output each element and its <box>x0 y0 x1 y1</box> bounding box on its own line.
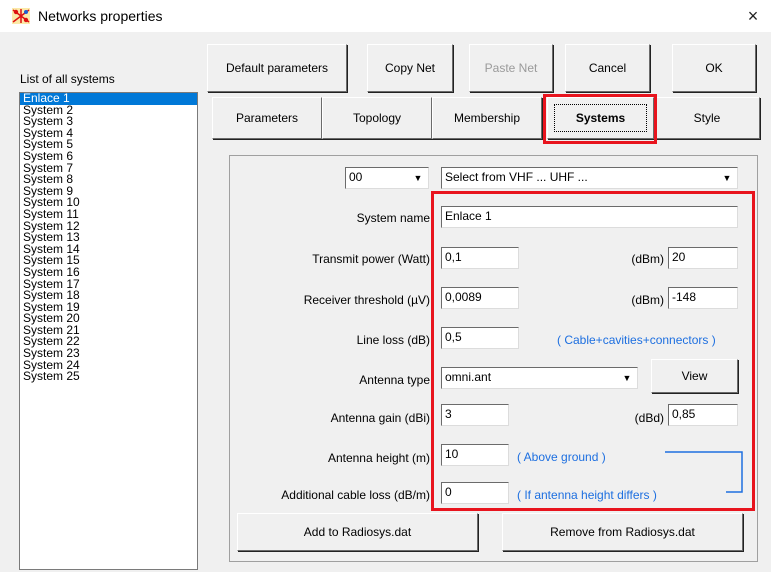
line-loss-label: Line loss (dB) <box>356 333 430 347</box>
system-name-label: System name <box>356 211 430 225</box>
systems-list-label: List of all systems <box>20 72 115 86</box>
transmit-power-dbm-field[interactable]: 20 <box>668 247 738 269</box>
focus-rect <box>554 104 647 132</box>
tab-parameters[interactable]: Parameters <box>212 97 322 139</box>
remove-from-radiosys-button[interactable]: Remove from Radiosys.dat <box>502 513 743 551</box>
receiver-threshold-dbm-label: (dBm) <box>631 293 664 307</box>
receiver-threshold-field[interactable]: 0,0089 <box>441 287 519 309</box>
system-index-value: 00 <box>349 170 363 184</box>
antenna-gain-label: Antenna gain (dBi) <box>330 411 430 425</box>
cable-loss-note: ( If antenna height differs ) <box>517 488 657 502</box>
transmit-power-field[interactable]: 0,1 <box>441 247 519 269</box>
view-antenna-button[interactable]: View <box>651 359 738 393</box>
transmit-power-label: Transmit power (Watt) <box>312 252 430 266</box>
close-button[interactable]: × <box>740 4 766 28</box>
cancel-button[interactable]: Cancel <box>565 44 650 92</box>
band-select-value: Select from VHF ... UHF ... <box>445 170 588 184</box>
antenna-gain-dbd-field[interactable]: 0,85 <box>668 404 738 426</box>
antenna-height-note: ( Above ground ) <box>517 450 606 464</box>
list-item[interactable]: System 25 <box>20 370 197 383</box>
app-icon <box>12 8 30 24</box>
receiver-threshold-label: Receiver threshold (µV) <box>303 293 430 307</box>
antenna-type-label: Antenna type <box>359 373 430 387</box>
tab-membership[interactable]: Membership <box>432 97 542 139</box>
system-name-field[interactable]: Enlace 1 <box>441 206 738 228</box>
paste-net-button[interactable]: Paste Net <box>469 44 553 92</box>
add-to-radiosys-button[interactable]: Add to Radiosys.dat <box>237 513 478 551</box>
chevron-down-icon[interactable]: ▼ <box>619 370 635 386</box>
default-parameters-button[interactable]: Default parameters <box>207 44 347 92</box>
cable-loss-label: Additional cable loss (dB/m) <box>281 488 430 502</box>
system-index-select[interactable]: 00 ▼ <box>345 167 429 189</box>
antenna-height-field[interactable]: 10 <box>441 444 509 466</box>
ok-button[interactable]: OK <box>672 44 756 92</box>
antenna-type-value: omni.ant <box>445 370 492 384</box>
cable-loss-field[interactable]: 0 <box>441 482 509 504</box>
line-loss-note: ( Cable+cavities+connectors ) <box>557 333 716 347</box>
antenna-gain-dbd-label: (dBd) <box>634 411 664 425</box>
antenna-gain-field[interactable]: 3 <box>441 404 509 426</box>
chevron-down-icon[interactable]: ▼ <box>719 170 735 186</box>
tab-topology[interactable]: Topology <box>322 97 432 139</box>
chevron-down-icon[interactable]: ▼ <box>410 170 426 186</box>
systems-list[interactable]: Enlace 1 System 2 System 3 System 4 System 5… <box>19 92 198 570</box>
bracket-connector <box>665 451 743 493</box>
antenna-type-select[interactable]: omni.ant ▼ <box>441 367 638 389</box>
tab-systems[interactable]: Systems <box>547 97 654 139</box>
transmit-power-dbm-label: (dBm) <box>631 252 664 266</box>
tab-style[interactable]: Style <box>654 97 760 139</box>
receiver-threshold-dbm-field[interactable]: -148 <box>668 287 738 309</box>
line-loss-field[interactable]: 0,5 <box>441 327 519 349</box>
band-select[interactable]: Select from VHF ... UHF ... ▼ <box>441 167 738 189</box>
copy-net-button[interactable]: Copy Net <box>367 44 453 92</box>
window-title: Networks properties <box>38 8 163 24</box>
antenna-height-label: Antenna height (m) <box>327 451 430 465</box>
